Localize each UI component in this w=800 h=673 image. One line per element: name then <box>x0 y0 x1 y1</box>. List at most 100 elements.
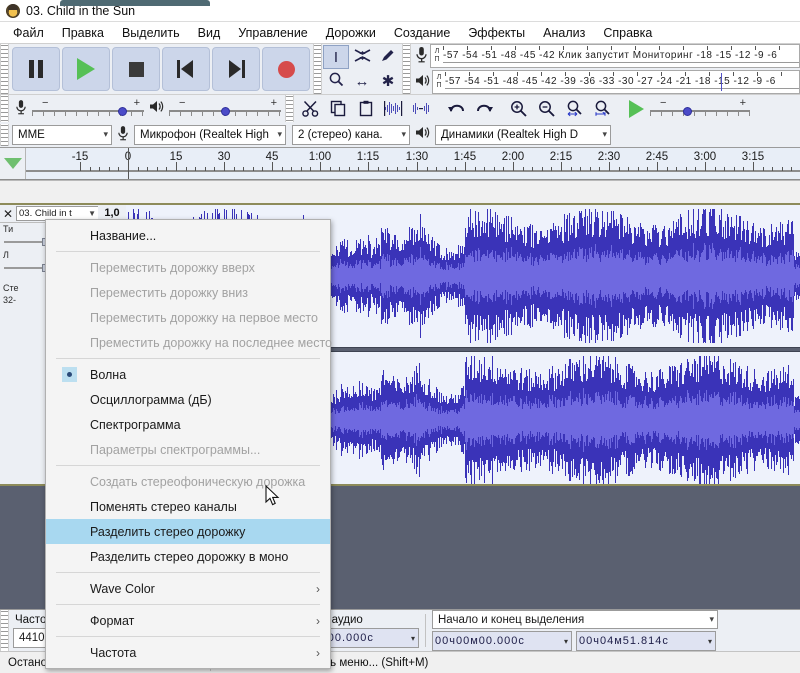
zoom-tool[interactable] <box>323 69 349 93</box>
selection-end-field[interactable]: 00ч04м51.814с ▾ <box>576 631 716 651</box>
chevron-down-icon[interactable]: ▾ <box>564 637 569 646</box>
device-toolbar-grip[interactable] <box>0 123 9 146</box>
track-close-button[interactable]: ✕ <box>0 207 16 221</box>
playback-volume-thumb[interactable] <box>221 106 230 116</box>
recording-volume-thumb[interactable] <box>118 106 127 116</box>
playback-meter[interactable]: Л П -57 -54 -51 -48 -45 -42 -39 -36 -33 … <box>432 70 800 94</box>
selection-toolbar-grip[interactable] <box>0 610 9 651</box>
menu-item-format[interactable]: Формат › <box>46 608 330 633</box>
menu-item-move-track-to-bottom: Преместить дорожку на последнее место <box>46 330 332 355</box>
selection-mode-select[interactable]: Начало и конец выделения ▾ <box>432 610 718 629</box>
play-button[interactable] <box>62 47 110 91</box>
menu-item-spectrogram[interactable]: Спектрограмма <box>46 412 330 437</box>
menu-view[interactable]: Вид <box>189 24 230 42</box>
recording-volume-slider[interactable]: − + <box>32 97 144 120</box>
playback-volume-slider[interactable]: − + <box>169 97 281 120</box>
fit-selection-button[interactable] <box>560 95 588 122</box>
menu-item-swap-stereo-channels[interactable]: Поменять стерео каналы <box>46 494 330 519</box>
envelope-tool[interactable] <box>349 45 375 69</box>
timeline-minor-tick <box>743 167 745 171</box>
silence-audio-button[interactable] <box>408 95 436 122</box>
record-button[interactable] <box>262 47 310 91</box>
paste-button[interactable] <box>352 95 380 122</box>
timeline-minor-tick <box>118 167 120 171</box>
zoom-out-button[interactable] <box>532 95 560 122</box>
menu-edit[interactable]: Правка <box>53 24 113 42</box>
track-gain-readout: 1,0 <box>98 205 126 220</box>
fit-project-button[interactable] <box>588 95 616 122</box>
menu-tracks[interactable]: Дорожки <box>317 24 385 42</box>
menu-bar: Файл Правка Выделить Вид Управление Доро… <box>0 22 800 44</box>
title-bar: 03. Child in the Sun <box>0 0 800 22</box>
tools-toolbar-grip[interactable] <box>313 44 322 94</box>
chevron-down-icon[interactable]: ▾ <box>411 634 416 643</box>
selection-start-value: 00ч00м00.000с <box>435 635 525 647</box>
edit-toolbar-grip[interactable] <box>285 95 294 122</box>
timeline-minor-tick <box>589 167 591 171</box>
chevron-down-icon[interactable]: ▾ <box>708 637 713 646</box>
recording-channels-value: 2 (стерео) кана. <box>298 128 383 141</box>
timeline-minor-tick <box>243 167 245 171</box>
playback-speed-slider[interactable]: − + <box>650 97 750 120</box>
menu-item-wave-color[interactable]: Wave Color › <box>46 576 330 601</box>
timeshift-tool[interactable]: ↔ <box>349 69 375 93</box>
copy-button[interactable] <box>324 95 352 122</box>
timeline-minor-tick <box>214 167 216 171</box>
draw-tool[interactable] <box>375 45 401 69</box>
cut-button[interactable] <box>296 95 324 122</box>
menu-generate[interactable]: Создание <box>385 24 459 42</box>
recording-device-select[interactable]: Микрофон (Realtek High D ▾ <box>134 124 286 145</box>
menu-item-waveform-db[interactable]: Осциллограмма (дБ) <box>46 387 330 412</box>
menu-effects[interactable]: Эффекты <box>459 24 534 42</box>
skip-to-start-button[interactable] <box>162 47 210 91</box>
playback-speed-thumb[interactable] <box>683 106 692 116</box>
asterisk-icon: ✱ <box>381 73 395 90</box>
redo-button[interactable] <box>470 95 498 122</box>
undo-button[interactable] <box>442 95 470 122</box>
timeline-major-tick <box>705 162 706 171</box>
menu-item-split-stereo-track[interactable]: Разделить стерео дорожку <box>46 519 330 544</box>
menu-item-waveform[interactable]: Волна <box>46 362 330 387</box>
skip-to-end-button[interactable] <box>212 47 260 91</box>
timeline-minor-tick <box>99 167 101 171</box>
menu-transport[interactable]: Управление <box>229 24 317 42</box>
stop-button[interactable] <box>112 47 160 91</box>
pause-button[interactable] <box>12 47 60 91</box>
playback-device-select[interactable]: Динамики (Realtek High D ▾ <box>435 124 611 145</box>
recording-meter-scale-text: -57 -54 -51 -48 -45 -42 Клик запустит Мо… <box>443 50 778 61</box>
selection-tool[interactable]: I <box>323 45 349 69</box>
menu-help[interactable]: Справка <box>594 24 661 42</box>
menu-item-label: Переместить дорожку вниз <box>90 285 249 300</box>
timeline-minor-tick <box>406 167 408 171</box>
selection-start-field[interactable]: 00ч00м00.000с ▾ <box>432 631 572 651</box>
zoom-in-button[interactable] <box>504 95 532 122</box>
play-at-speed-button[interactable] <box>622 95 650 122</box>
recording-meter[interactable]: Л П -57 -54 -51 -48 -45 -42 Клик запусти… <box>430 44 800 68</box>
menu-item-split-stereo-to-mono[interactable]: Разделить стерео дорожку в моно <box>46 544 330 569</box>
timeline-ruler[interactable]: -1501530451:001:151:301:452:002:152:302:… <box>0 148 800 180</box>
pinned-play-head-button[interactable] <box>0 148 26 179</box>
transport-toolbar <box>9 44 313 94</box>
playback-device-value: Динамики (Realtek High D <box>441 128 579 141</box>
menu-select[interactable]: Выделить <box>113 24 189 42</box>
trim-audio-button[interactable] <box>380 95 408 122</box>
menu-item-rate[interactable]: Частота › <box>46 640 330 665</box>
menu-file[interactable]: Файл <box>4 24 53 42</box>
menu-analyze[interactable]: Анализ <box>534 24 594 42</box>
mixer-toolbar-grip[interactable] <box>0 95 9 122</box>
meter-toolbar-grip[interactable] <box>402 44 411 94</box>
menu-item-name[interactable]: Название... <box>46 223 330 248</box>
menu-separator <box>56 636 320 637</box>
audio-host-select[interactable]: MME ▾ <box>12 124 112 145</box>
playback-meter-scale-text: -57 -54 -51 -48 -45 -42 -39 -36 -33 -30 … <box>445 76 776 87</box>
track-context-menu[interactable]: Название... Переместить дорожку вверх Пере… <box>45 219 332 669</box>
timeline-minor-tick <box>358 167 360 171</box>
timeline-minor-tick <box>252 167 254 171</box>
timeline-minor-tick <box>445 167 447 171</box>
timeline-minor-tick <box>89 167 91 171</box>
timeline-minor-tick <box>455 167 457 171</box>
recording-channels-select[interactable]: 2 (стерео) кана. ▾ <box>292 124 410 145</box>
multi-tool[interactable]: ✱ <box>375 69 401 93</box>
transport-toolbar-grip[interactable] <box>0 44 9 94</box>
timeline-scale[interactable]: -1501530451:001:151:301:452:002:152:302:… <box>26 148 800 179</box>
